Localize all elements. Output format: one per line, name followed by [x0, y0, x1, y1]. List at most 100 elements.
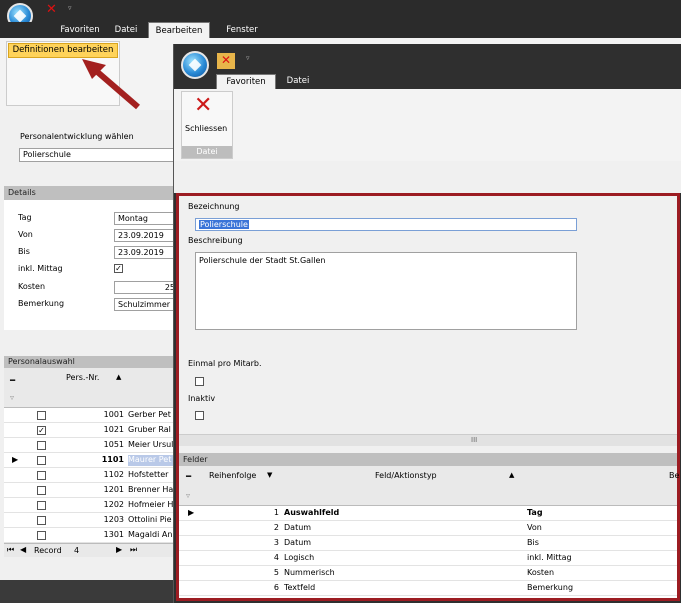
personal-row[interactable]: ✓ 1021 Gruber Ral	[4, 423, 180, 438]
filter-icon[interactable]: ▿	[10, 393, 14, 402]
von-label: Von	[18, 230, 33, 239]
kosten-label: Kosten	[18, 282, 46, 291]
felder-row[interactable]: 2 Datum Von	[179, 521, 677, 536]
felder-row[interactable]: 5 Nummerisch Kosten	[179, 566, 677, 581]
bezeichnung-input[interactable]: Polierschule	[195, 218, 577, 231]
close-x-icon[interactable]: ✕	[194, 95, 212, 117]
von-date[interactable]: 23.09.2019	[114, 229, 180, 242]
row-checkbox[interactable]	[37, 411, 46, 420]
bezeichnung-selected-text: Polierschule	[199, 220, 249, 229]
close-quick-icon[interactable]: ✕	[46, 2, 57, 17]
pers-nr-cell: 1102	[103, 470, 124, 479]
col-feld-aktionstyp[interactable]: Feld/Aktionstyp	[375, 471, 437, 480]
front-app-menu-icon[interactable]	[181, 51, 209, 79]
bezeichnung-cell: Bis	[527, 538, 539, 547]
feld-typ-cell: Datum	[284, 538, 312, 547]
einmal-label: Einmal pro Mitarb.	[188, 359, 262, 368]
feld-typ-cell: Logisch	[284, 553, 315, 562]
front-spacer	[174, 161, 681, 193]
felder-row[interactable]: 3 Datum Bis	[179, 536, 677, 551]
personal-row[interactable]: 1051 Meier Ursul	[4, 438, 180, 453]
close-button[interactable]: Schliessen	[185, 124, 227, 133]
beschreibung-label: Beschreibung	[188, 236, 243, 245]
personal-row[interactable]: 1102 Hofstetter	[4, 468, 180, 483]
sort-asc-icon: ▲	[116, 373, 122, 381]
details-header: Details	[4, 186, 180, 200]
col-reihenfolge-dropdown-icon[interactable]: ▼	[267, 471, 272, 479]
personal-grid-header: ━ Pers.-Nr. ▲ ▿	[4, 368, 180, 408]
feld-typ-cell: Auswahlfeld	[284, 508, 340, 517]
tab-fenster[interactable]: Fenster	[218, 22, 266, 38]
grid-menu-icon[interactable]: ━	[10, 376, 15, 386]
next-record-icon[interactable]: ▶	[116, 545, 122, 554]
einmal-checkbox[interactable]	[195, 377, 204, 386]
personal-row[interactable]: 1201 Brenner Ha	[4, 483, 180, 498]
reihenfolge-cell: 1	[273, 508, 279, 517]
bemerkung-input[interactable]: Schulzimmer 20	[114, 298, 180, 311]
mittag-label: inkl. Mittag	[18, 264, 63, 273]
felder-row[interactable]: 6 Textfeld Bemerkung	[179, 581, 677, 596]
bezeichnung-label: Bezeichnung	[188, 202, 240, 211]
kosten-input[interactable]: 25	[114, 281, 180, 294]
felder-row[interactable]: ▶ 1 Auswahlfeld Tag	[179, 506, 677, 521]
first-record-icon[interactable]: ⏮	[7, 545, 14, 555]
bezeichnung-cell: Bemerkung	[527, 583, 574, 592]
quick-access-dropdown-icon[interactable]: ▿	[68, 4, 72, 12]
record-number[interactable]: 4	[74, 546, 79, 555]
front-ribbon: ✕ Schliessen Datei	[174, 89, 681, 161]
row-checkbox[interactable]	[37, 531, 46, 540]
person-dev-select[interactable]: Polierschule	[19, 148, 179, 162]
feld-typ-cell: Nummerisch	[284, 568, 335, 577]
horizontal-scrollbar[interactable]: III	[179, 434, 677, 446]
col-reihenfolge[interactable]: Reihenfolge	[209, 471, 256, 480]
row-checkbox[interactable]	[37, 516, 46, 525]
tab-favoriten[interactable]: Favoriten	[55, 22, 105, 38]
bezeichnung-cell: Von	[527, 523, 542, 532]
bis-date[interactable]: 23.09.2019	[114, 246, 180, 259]
col-pers-nr[interactable]: Pers.-Nr.	[66, 373, 99, 382]
personal-row[interactable]: 1202 Hofmeier H	[4, 498, 180, 513]
tab-datei[interactable]: Datei	[108, 22, 144, 38]
row-checkbox[interactable]	[37, 471, 46, 480]
felder-row[interactable]: 4 Logisch inkl. Mittag	[179, 551, 677, 566]
beschreibung-textarea[interactable]: Polierschule der Stadt St.Gallen	[195, 252, 577, 330]
row-checkbox[interactable]: ✓	[37, 426, 46, 435]
row-checkbox[interactable]	[37, 486, 46, 495]
group-label: Datei	[182, 146, 232, 158]
front-tab-favoriten[interactable]: Favoriten	[216, 74, 276, 89]
pers-nr-cell: 1301	[103, 530, 124, 539]
col-bemerkung-truncated[interactable]: Be	[669, 471, 679, 480]
personal-row[interactable]: 1301 Magaldi An	[4, 528, 180, 543]
tab-bearbeiten[interactable]: Bearbeiten	[148, 22, 210, 38]
mittag-checkbox[interactable]: ✓	[114, 264, 123, 273]
personal-row[interactable]: 1001 Gerber Pet	[4, 408, 180, 423]
reihenfolge-cell: 3	[273, 538, 279, 547]
pers-nr-cell: 1203	[103, 515, 124, 524]
prev-record-icon[interactable]: ◀	[20, 545, 26, 554]
personal-row[interactable]: 1203 Ottolini Pie	[4, 513, 180, 528]
scroll-thumb-grip[interactable]: III	[471, 436, 477, 444]
inaktiv-checkbox[interactable]	[195, 411, 204, 420]
red-arrow-annotation	[82, 59, 140, 110]
bezeichnung-cell: Tag	[527, 508, 543, 517]
felder-header: Felder	[179, 453, 677, 466]
last-record-icon[interactable]: ⏭	[130, 545, 137, 555]
personal-grid-body: 1001 Gerber Pet ✓ 1021 Gruber Ral 1051 Meier U…	[4, 408, 180, 543]
row-checkbox[interactable]	[37, 501, 46, 510]
personal-row[interactable]: ▶ 1101 Maurer Pet	[4, 453, 180, 468]
felder-filter-icon[interactable]: ▿	[186, 491, 190, 500]
front-tab-datei[interactable]: Datei	[280, 74, 316, 89]
record-label: Record	[34, 546, 62, 555]
row-checkbox[interactable]	[37, 441, 46, 450]
front-close-quick-icon[interactable]: ✕	[217, 53, 235, 69]
back-tab-bar: Favoriten Datei Bearbeiten Fenster	[0, 22, 681, 38]
bemerkung-label: Bemerkung	[18, 299, 65, 308]
current-row-indicator-icon: ▶	[188, 508, 195, 517]
front-window: ✕ ▿ Favoriten Datei ✕ Schliessen Datei B…	[173, 44, 681, 603]
felder-grid-menu-icon[interactable]: ━	[186, 472, 191, 482]
personal-header: Personalauswahl	[4, 356, 180, 368]
front-quick-dropdown-icon[interactable]: ▿	[246, 54, 250, 62]
row-checkbox[interactable]	[37, 456, 46, 465]
bezeichnung-cell: Kosten	[527, 568, 555, 577]
tag-select[interactable]: Montag	[114, 212, 180, 225]
